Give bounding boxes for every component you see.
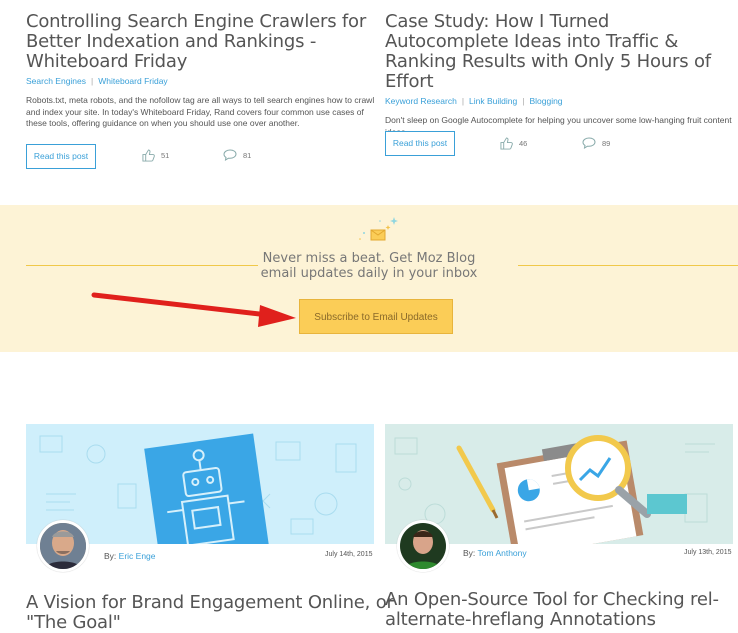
post-excerpt: Robots.txt, meta robots, and the nofollo…: [26, 95, 375, 128]
read-post-button[interactable]: Read this post: [385, 131, 455, 156]
post-card: Controlling Search Engine Crawlers for B…: [26, 12, 376, 130]
author-photo: [400, 523, 446, 569]
author-photo: [40, 523, 86, 569]
post-title[interactable]: An Open-Source Tool for Checking rel- al…: [385, 590, 719, 630]
likes-value: 51: [161, 151, 170, 160]
comment-icon: [582, 137, 596, 149]
post-title-line: "The Goal": [26, 612, 121, 633]
banner-line-2: email updates daily in your inbox: [260, 266, 478, 281]
post-categories: Search Engines | Whiteboard Friday: [26, 76, 168, 86]
category-link[interactable]: Link Building: [469, 96, 517, 106]
post-title[interactable]: Controlling Search Engine Crawlers for B…: [26, 12, 376, 72]
likes-count[interactable]: 51: [142, 149, 169, 162]
thumbs-up-icon: [142, 149, 155, 162]
category-link[interactable]: Blogging: [529, 96, 562, 106]
author-byline: By: Tom Anthony: [463, 548, 527, 558]
by-label: By:: [463, 548, 476, 558]
avatar[interactable]: [37, 520, 89, 572]
post-date: July 13th, 2015: [684, 549, 732, 556]
category-link[interactable]: Keyword Research: [385, 96, 457, 106]
post-title-line: A Vision for Brand Engagement Online, or: [26, 592, 394, 613]
banner-headline: Never miss a beat. Get Moz Blog email up…: [0, 251, 738, 281]
category-link[interactable]: Whiteboard Friday: [98, 76, 167, 86]
banner-line-1: Never miss a beat. Get Moz Blog: [262, 251, 476, 266]
likes-count[interactable]: 46: [500, 137, 527, 150]
red-arrow-annotation: [91, 292, 296, 327]
by-label: By:: [104, 551, 117, 561]
post-title[interactable]: A Vision for Brand Engagement Online, or…: [26, 593, 394, 633]
post-categories: Keyword Research | Link Building | Blogging: [385, 96, 563, 106]
subscribe-button[interactable]: Subscribe to Email Updates: [299, 299, 453, 334]
author-link[interactable]: Eric Enge: [119, 551, 156, 561]
category-link[interactable]: Search Engines: [26, 76, 86, 86]
comments-value: 81: [243, 150, 252, 160]
comments-value: 89: [602, 138, 611, 148]
post-card: Case Study: How I Turned Autocomplete Id…: [385, 12, 735, 138]
comments-count[interactable]: 89: [582, 137, 610, 149]
post-title-line: An Open-Source Tool for Checking rel-: [385, 589, 719, 610]
comments-count[interactable]: 81: [223, 149, 251, 161]
avatar[interactable]: [397, 520, 449, 572]
post-date: July 14th, 2015: [325, 551, 373, 558]
likes-value: 46: [519, 139, 528, 148]
author-byline: By: Eric Enge: [104, 551, 156, 561]
envelope-sparkle-icon: [359, 217, 398, 241]
author-link[interactable]: Tom Anthony: [478, 548, 527, 558]
thumbs-up-icon: [500, 137, 513, 150]
post-title-line: alternate-hreflang Annotations: [385, 609, 656, 630]
read-post-button[interactable]: Read this post: [26, 144, 96, 169]
comment-icon: [223, 149, 237, 161]
post-title[interactable]: Case Study: How I Turned Autocomplete Id…: [385, 12, 735, 92]
